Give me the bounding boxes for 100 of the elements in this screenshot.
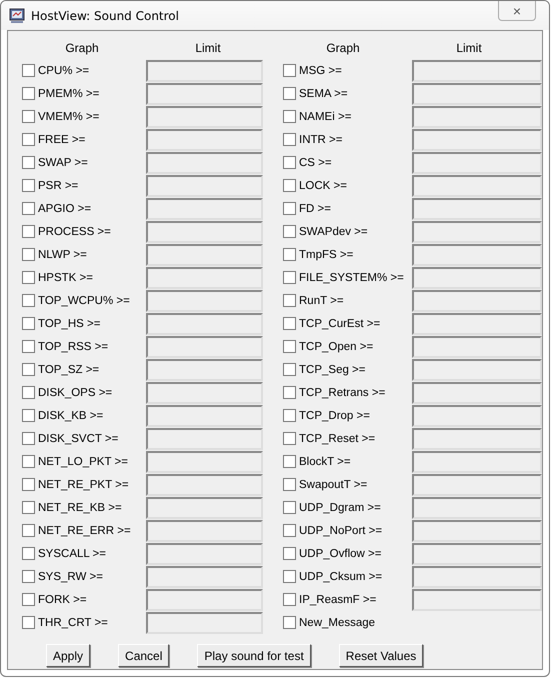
checkbox[interactable] <box>283 455 296 468</box>
checkbox[interactable] <box>283 501 296 514</box>
limit-field[interactable] <box>412 152 542 174</box>
limit-field[interactable] <box>146 382 263 404</box>
limit-field[interactable] <box>412 474 542 496</box>
limit-field[interactable] <box>146 428 263 450</box>
checkbox[interactable] <box>22 409 35 422</box>
checkbox[interactable] <box>22 271 35 284</box>
limit-field[interactable] <box>146 312 263 334</box>
checkbox[interactable] <box>283 64 296 77</box>
limit-field[interactable] <box>412 60 542 82</box>
checkbox[interactable] <box>283 524 296 537</box>
limit-field[interactable] <box>412 336 542 358</box>
limit-field[interactable] <box>146 542 263 564</box>
checkbox[interactable] <box>283 202 296 215</box>
limit-field[interactable] <box>146 358 263 380</box>
limit-field[interactable] <box>146 612 263 634</box>
limit-field[interactable] <box>412 542 542 564</box>
limit-field[interactable] <box>146 106 263 128</box>
close-button[interactable]: × <box>498 1 536 21</box>
checkbox[interactable] <box>22 179 35 192</box>
limit-field[interactable] <box>146 152 263 174</box>
limit-field[interactable] <box>146 496 263 518</box>
limit-field[interactable] <box>146 128 263 150</box>
limit-field[interactable] <box>146 450 263 472</box>
limit-field[interactable] <box>412 450 542 472</box>
limit-field[interactable] <box>146 404 263 426</box>
checkbox[interactable] <box>283 110 296 123</box>
dialog-button[interactable]: Play sound for test <box>197 644 311 667</box>
checkbox[interactable] <box>22 524 35 537</box>
limit-field[interactable] <box>412 496 542 518</box>
limit-field[interactable] <box>146 60 263 82</box>
checkbox[interactable] <box>22 317 35 330</box>
checkbox[interactable] <box>22 593 35 606</box>
limit-field[interactable] <box>412 404 542 426</box>
limit-field[interactable] <box>146 266 263 288</box>
limit-field[interactable] <box>412 106 542 128</box>
dialog-button[interactable]: Cancel <box>118 644 170 667</box>
limit-field[interactable] <box>412 244 542 266</box>
checkbox[interactable] <box>283 87 296 100</box>
checkbox[interactable] <box>283 248 296 261</box>
limit-field[interactable] <box>412 428 542 450</box>
checkbox[interactable] <box>283 570 296 583</box>
limit-field[interactable] <box>146 566 263 588</box>
checkbox[interactable] <box>22 501 35 514</box>
checkbox[interactable] <box>22 87 35 100</box>
limit-field[interactable] <box>146 336 263 358</box>
checkbox[interactable] <box>22 455 35 468</box>
checkbox[interactable] <box>22 225 35 238</box>
limit-field[interactable] <box>146 290 263 312</box>
checkbox[interactable] <box>283 593 296 606</box>
limit-field[interactable] <box>146 220 263 242</box>
limit-field[interactable] <box>146 244 263 266</box>
checkbox[interactable] <box>283 363 296 376</box>
limit-field[interactable] <box>412 358 542 380</box>
limit-field[interactable] <box>412 82 542 104</box>
checkbox[interactable] <box>283 340 296 353</box>
limit-field[interactable] <box>146 474 263 496</box>
checkbox[interactable] <box>283 225 296 238</box>
checkbox[interactable] <box>22 570 35 583</box>
checkbox[interactable] <box>22 110 35 123</box>
limit-field[interactable] <box>412 128 542 150</box>
limit-field[interactable] <box>412 520 542 542</box>
limit-field[interactable] <box>412 312 542 334</box>
checkbox[interactable] <box>22 547 35 560</box>
checkbox[interactable] <box>283 409 296 422</box>
checkbox[interactable] <box>22 64 35 77</box>
limit-field[interactable] <box>412 198 542 220</box>
limit-field[interactable] <box>146 198 263 220</box>
checkbox[interactable] <box>283 156 296 169</box>
checkbox[interactable] <box>283 547 296 560</box>
limit-field[interactable] <box>412 566 542 588</box>
limit-field[interactable] <box>412 382 542 404</box>
limit-field[interactable] <box>412 266 542 288</box>
dialog-button[interactable]: Apply <box>46 644 90 667</box>
checkbox[interactable] <box>283 317 296 330</box>
checkbox[interactable] <box>22 156 35 169</box>
checkbox[interactable] <box>22 202 35 215</box>
limit-field[interactable] <box>146 588 263 610</box>
checkbox[interactable] <box>22 133 35 146</box>
checkbox[interactable] <box>283 616 296 629</box>
checkbox[interactable] <box>283 179 296 192</box>
limit-field[interactable] <box>146 520 263 542</box>
checkbox[interactable] <box>283 294 296 307</box>
limit-field[interactable] <box>146 82 263 104</box>
checkbox[interactable] <box>22 386 35 399</box>
checkbox[interactable] <box>283 478 296 491</box>
limit-field[interactable] <box>146 174 263 196</box>
checkbox[interactable] <box>22 340 35 353</box>
limit-field[interactable] <box>412 290 542 312</box>
checkbox[interactable] <box>22 248 35 261</box>
checkbox[interactable] <box>22 294 35 307</box>
checkbox[interactable] <box>283 133 296 146</box>
dialog-button[interactable]: Reset Values <box>338 644 424 667</box>
checkbox[interactable] <box>22 478 35 491</box>
checkbox[interactable] <box>22 432 35 445</box>
checkbox[interactable] <box>22 363 35 376</box>
limit-field[interactable] <box>412 588 542 610</box>
checkbox[interactable] <box>22 616 35 629</box>
limit-field[interactable] <box>412 174 542 196</box>
